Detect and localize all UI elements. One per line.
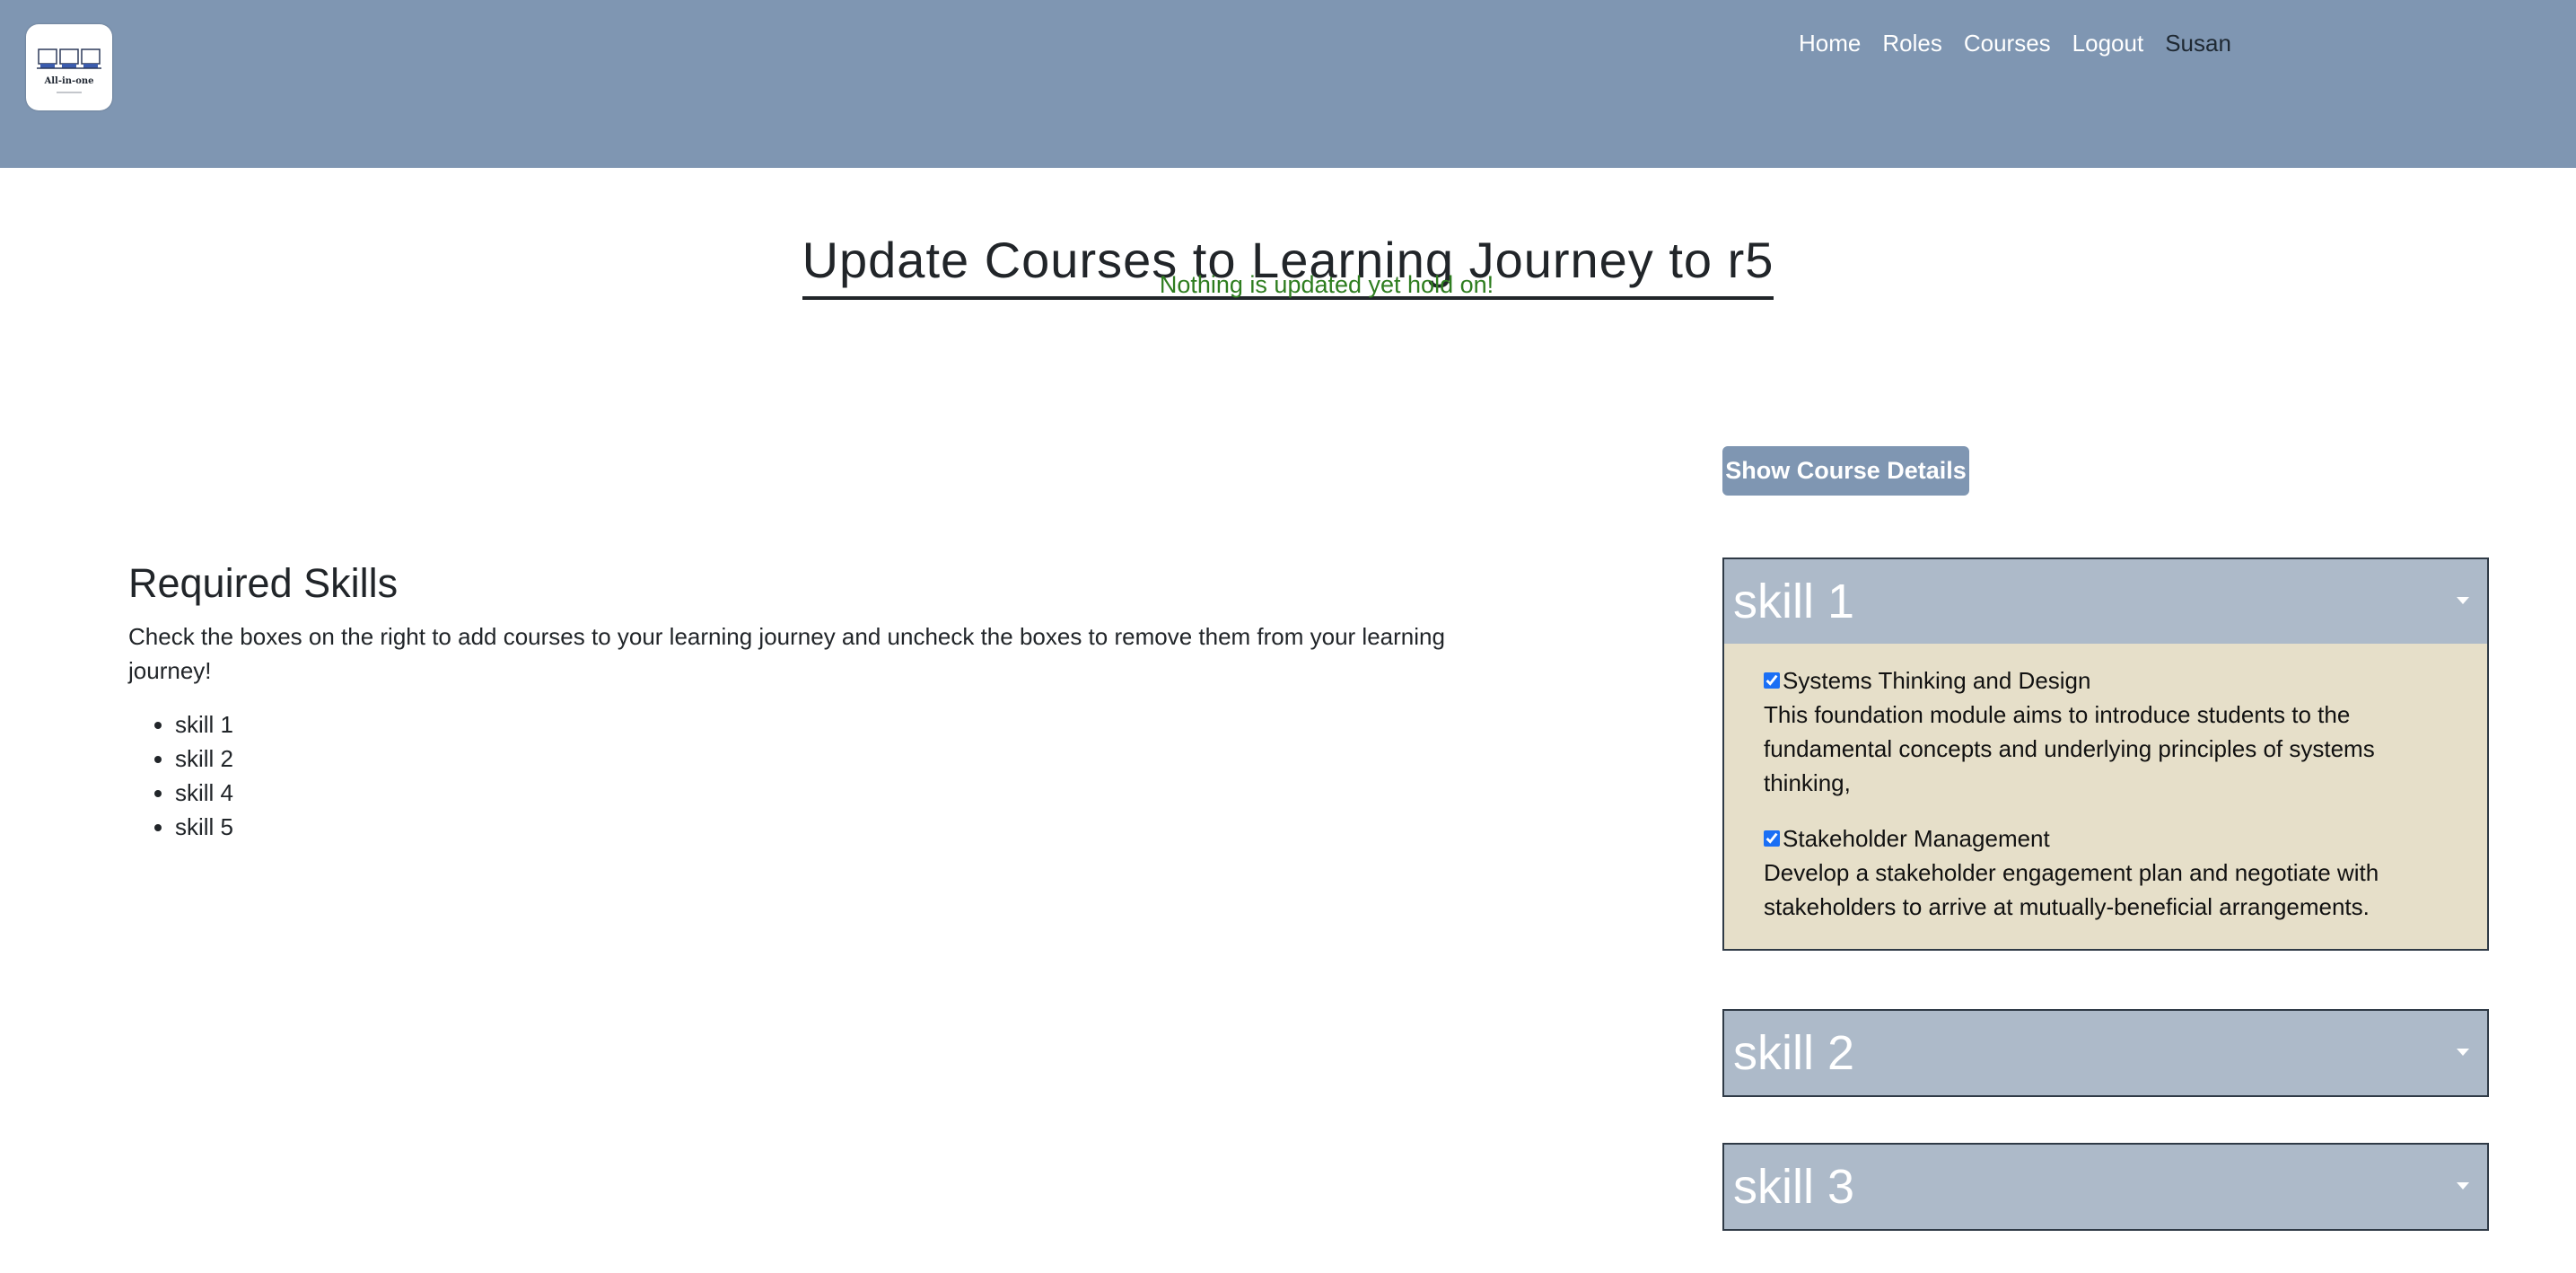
course-description: Develop a stakeholder engagement plan an… — [1764, 859, 2379, 920]
required-skills-list: skill 1 skill 2 skill 4 skill 5 — [128, 707, 1493, 844]
required-skills-heading: Required Skills — [128, 560, 399, 606]
status-message: Nothing is updated yet hold on! — [1159, 271, 1494, 298]
course-description: This foundation module aims to introduce… — [1764, 701, 2375, 796]
skill-accordion-header[interactable]: skill 3 — [1724, 1145, 2487, 1229]
page-title-wrap: Update Courses to Learning Journey to r5 — [0, 196, 2576, 333]
nav-logout-link[interactable]: Logout — [2072, 27, 2144, 59]
course-item: Stakeholder Management Develop a stakeho… — [1764, 821, 2451, 924]
user-name: Susan — [2165, 30, 2231, 57]
skill-accordion-title: skill 2 — [1733, 1026, 1855, 1080]
skill-accordion-title: skill 1 — [1733, 575, 1855, 628]
nav-courses-link[interactable]: Courses — [1964, 27, 2051, 59]
skill-accordion-header[interactable]: skill 2 — [1724, 1011, 2487, 1095]
list-item: skill 5 — [175, 810, 1493, 844]
show-course-details-button[interactable]: Show Course Details — [1722, 446, 1969, 496]
required-skills-instructions: Check the boxes on the right to add cour… — [128, 623, 1445, 684]
course-checkbox[interactable] — [1764, 672, 1780, 689]
required-skills-section: Required Skills Check the boxes on the r… — [128, 557, 1493, 844]
top-navbar: All-in-one Home Roles Courses Logout Sus… — [0, 0, 2576, 168]
skill-accordion-skill-2: skill 2 — [1722, 1009, 2489, 1097]
course-item: Systems Thinking and Design This foundat… — [1764, 663, 2451, 800]
caret-down-icon — [2457, 1049, 2469, 1056]
course-checkbox[interactable] — [1764, 830, 1780, 847]
nav-roles-link[interactable]: Roles — [1882, 27, 1941, 59]
skill-accordion-skill-3: skill 3 — [1722, 1143, 2489, 1231]
nav-home-link[interactable]: Home — [1799, 27, 1861, 59]
caret-down-icon — [2457, 597, 2469, 604]
logo-graphic: All-in-one — [37, 48, 101, 93]
course-title: Stakeholder Management — [1783, 825, 2050, 852]
logo-text: All-in-one — [43, 76, 93, 86]
skill-accordion-body: Systems Thinking and Design This foundat… — [1724, 644, 2487, 949]
list-item: skill 1 — [175, 707, 1493, 742]
app-logo[interactable]: All-in-one — [26, 24, 112, 110]
list-item: skill 2 — [175, 742, 1493, 776]
caret-down-icon — [2457, 1182, 2469, 1190]
skill-accordion-title: skill 3 — [1733, 1160, 1855, 1214]
list-item: skill 4 — [175, 776, 1493, 810]
skill-accordion-header[interactable]: skill 1 — [1724, 559, 2487, 644]
course-title: Systems Thinking and Design — [1783, 667, 2091, 694]
skill-accordion-skill-1: skill 1 Systems Thinking and Design This… — [1722, 557, 2489, 951]
course-checkbox-label[interactable]: Systems Thinking and Design — [1764, 663, 2451, 698]
main-nav: Home Roles Courses Logout Susan — [1799, 27, 2231, 59]
course-checkbox-label[interactable]: Stakeholder Management — [1764, 821, 2451, 856]
